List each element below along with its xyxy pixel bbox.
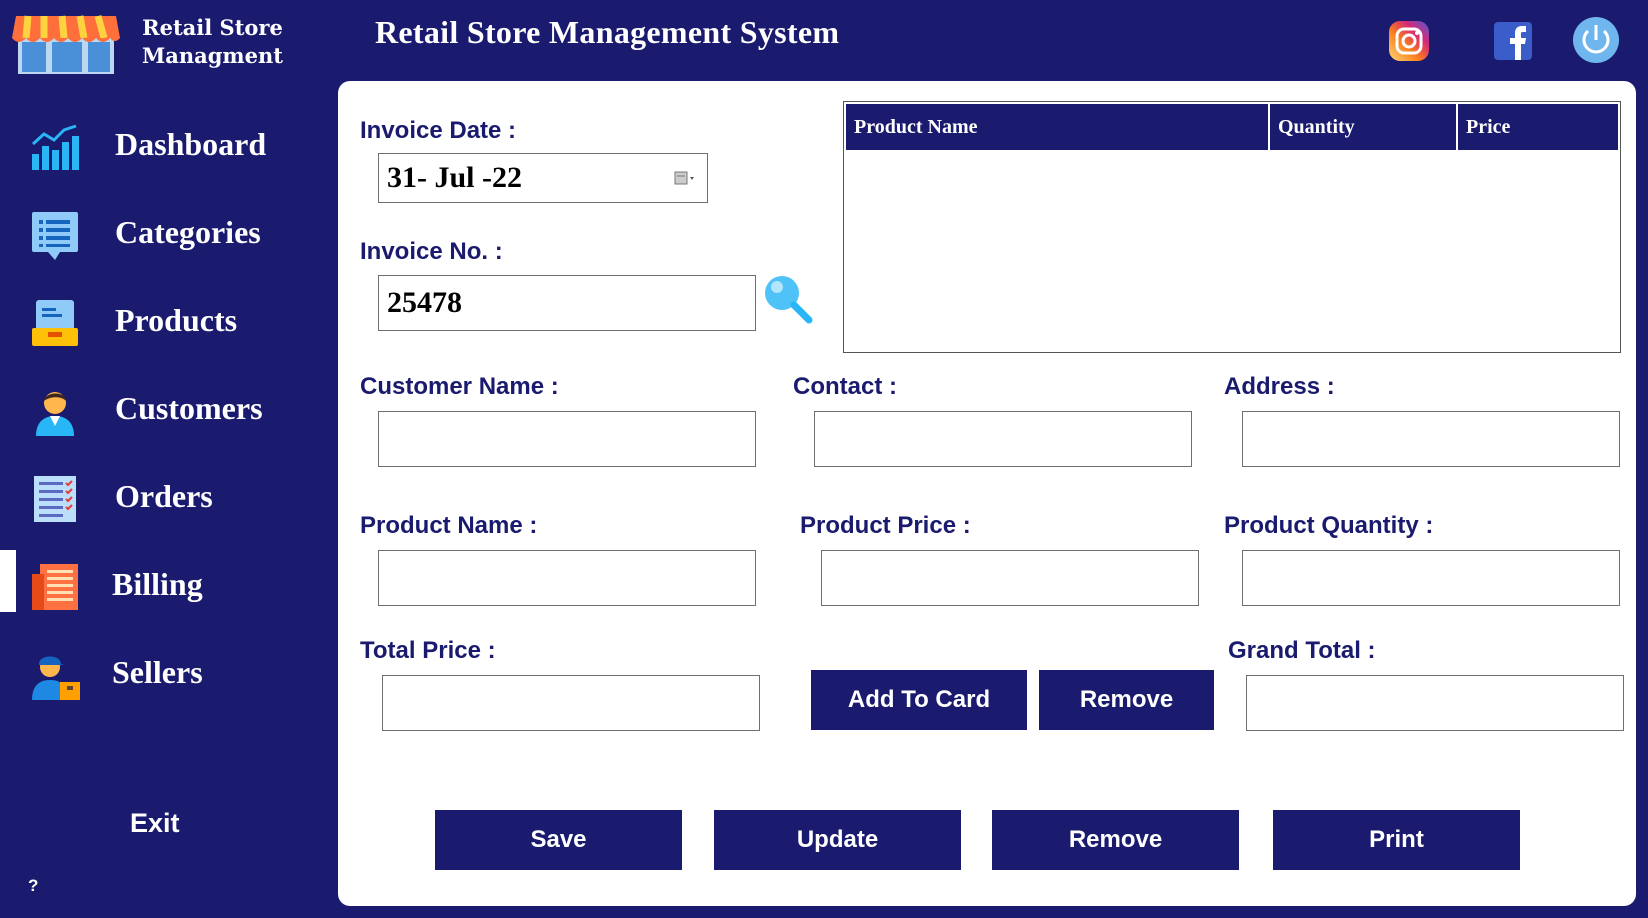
brand-line2: Managment xyxy=(142,43,283,68)
sidebar-item-label: Customers xyxy=(115,390,263,426)
billing-panel: Invoice Date : Invoice No. : Product Nam… xyxy=(338,81,1636,906)
app-window: Retail Store Managment Retail Store Mana… xyxy=(0,0,1648,918)
add-to-card-button[interactable]: Add To Card xyxy=(811,670,1027,730)
help-button[interactable]: ? xyxy=(28,876,38,896)
sidebar-item-label: Sellers xyxy=(112,654,203,690)
sidebar-item-sellers[interactable]: Sellers xyxy=(0,636,338,714)
sidebar: Dashboard Categories Products Customers … xyxy=(0,100,338,918)
customer-name-input[interactable] xyxy=(379,412,755,466)
table-header: Product Name Quantity Price xyxy=(846,104,1618,150)
facebook-icon xyxy=(1494,22,1532,60)
grand-total-label: Grand Total : xyxy=(1228,637,1376,664)
invoice-no-label: Invoice No. : xyxy=(360,238,503,265)
update-button[interactable]: Update xyxy=(714,810,961,870)
instagram-icon xyxy=(1389,21,1429,61)
print-button[interactable]: Print xyxy=(1273,810,1520,870)
address-field[interactable] xyxy=(1242,411,1620,467)
customer-person-icon xyxy=(36,392,74,436)
exit-button[interactable]: Exit xyxy=(130,808,180,839)
sidebar-item-orders[interactable]: Orders xyxy=(0,460,338,538)
contact-label: Contact : xyxy=(793,373,897,400)
categories-list-icon xyxy=(32,212,78,260)
sidebar-item-dashboard[interactable]: Dashboard xyxy=(0,108,338,186)
product-price-field[interactable] xyxy=(821,550,1199,606)
sidebar-item-label: Dashboard xyxy=(115,126,267,162)
product-quantity-input[interactable] xyxy=(1243,551,1619,605)
sidebar-item-categories[interactable]: Categories xyxy=(0,196,338,274)
seller-person-icon xyxy=(32,656,80,700)
customer-name-field[interactable] xyxy=(378,411,756,467)
brand-name: Retail Store Managment xyxy=(142,14,283,70)
store-logo-icon xyxy=(12,15,120,74)
sidebar-item-label: Products xyxy=(115,302,238,338)
invoice-no-input[interactable] xyxy=(379,276,755,330)
orders-checklist-icon xyxy=(34,476,76,522)
active-indicator xyxy=(0,550,16,612)
contact-field[interactable] xyxy=(814,411,1192,467)
grand-total-field[interactable] xyxy=(1246,675,1624,731)
product-name-field[interactable] xyxy=(378,550,756,606)
total-price-label: Total Price : xyxy=(360,637,496,664)
invoice-no-field[interactable] xyxy=(378,275,756,331)
customer-name-label: Customer Name : xyxy=(360,373,559,400)
product-quantity-field[interactable] xyxy=(1242,550,1620,606)
sidebar-item-label: Orders xyxy=(115,478,213,514)
address-input[interactable] xyxy=(1243,412,1619,466)
product-table[interactable]: Product Name Quantity Price xyxy=(843,101,1621,353)
billing-receipt-icon xyxy=(32,564,78,610)
invoice-date-picker[interactable] xyxy=(378,153,708,203)
product-name-input[interactable] xyxy=(379,551,755,605)
search-icon[interactable] xyxy=(762,273,814,325)
brand: Retail Store Managment xyxy=(10,8,330,78)
column-header-price[interactable]: Price xyxy=(1458,104,1618,150)
instagram-button[interactable] xyxy=(1388,20,1430,62)
power-icon xyxy=(1573,17,1619,63)
remove-item-button[interactable]: Remove xyxy=(1039,670,1214,730)
page-title: Retail Store Management System xyxy=(375,14,840,50)
invoice-date-label: Invoice Date : xyxy=(360,117,517,144)
sidebar-item-label: Categories xyxy=(115,214,261,250)
column-header-quantity[interactable]: Quantity xyxy=(1270,104,1458,150)
product-name-label: Product Name : xyxy=(360,512,538,539)
remove-button[interactable]: Remove xyxy=(992,810,1239,870)
total-price-input[interactable] xyxy=(383,676,759,730)
address-label: Address : xyxy=(1224,373,1335,400)
sidebar-item-label: Billing xyxy=(112,566,203,602)
invoice-date-input[interactable] xyxy=(379,154,707,202)
contact-input[interactable] xyxy=(815,412,1191,466)
power-button[interactable] xyxy=(1572,16,1620,64)
product-price-label: Product Price : xyxy=(800,512,971,539)
product-price-input[interactable] xyxy=(822,551,1198,605)
save-button[interactable]: Save xyxy=(435,810,682,870)
sidebar-item-billing[interactable]: Billing xyxy=(0,548,338,626)
dashboard-chart-icon xyxy=(31,124,79,170)
facebook-button[interactable] xyxy=(1492,20,1534,62)
calendar-dropdown-icon[interactable] xyxy=(673,168,699,188)
products-box-icon xyxy=(32,300,78,346)
sidebar-item-products[interactable]: Products xyxy=(0,284,338,362)
brand-line1: Retail Store xyxy=(142,15,283,40)
sidebar-item-customers[interactable]: Customers xyxy=(0,372,338,450)
column-header-product-name[interactable]: Product Name xyxy=(846,104,1270,150)
total-price-field[interactable] xyxy=(382,675,760,731)
product-quantity-label: Product Quantity : xyxy=(1224,512,1434,539)
grand-total-input[interactable] xyxy=(1247,676,1623,730)
